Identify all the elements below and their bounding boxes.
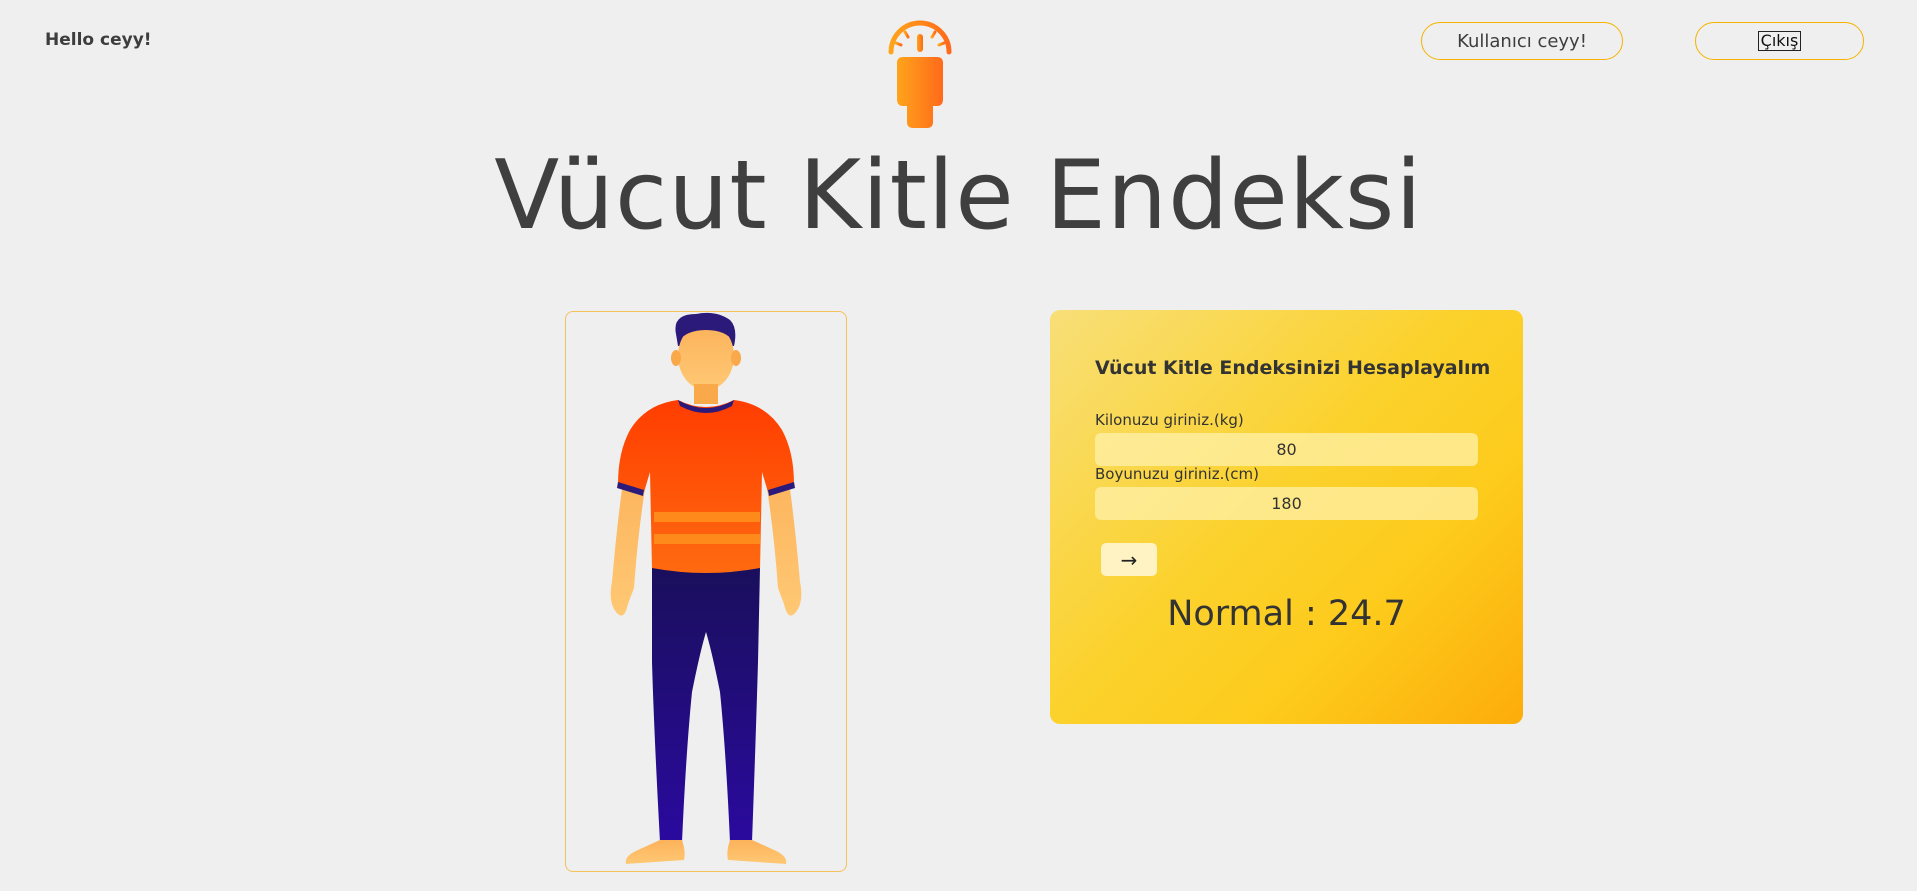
user-profile-button[interactable]: Kullanıcı ceyy!	[1421, 22, 1623, 60]
page-title: Vücut Kitle Endeksi	[494, 141, 1423, 251]
greeting-text: Hello ceyy!	[45, 30, 152, 50]
height-input[interactable]	[1095, 487, 1478, 520]
weight-label: Kilonuzu giriniz.(kg)	[1095, 411, 1244, 429]
bmi-result-text: Normal : 24.7	[1167, 594, 1406, 634]
logout-button[interactable]: Çıkış	[1695, 22, 1864, 60]
height-label: Boyunuzu giriniz.(cm)	[1095, 465, 1259, 483]
logout-button-label: Çıkış	[1757, 31, 1802, 51]
weight-input[interactable]	[1095, 433, 1478, 466]
standing-man-illustration	[610, 312, 802, 864]
calculate-arrow-button[interactable]: →	[1101, 543, 1157, 576]
bmi-calculator-card: Vücut Kitle Endeksinizi Hesaplayalım Kil…	[1050, 310, 1523, 724]
form-title: Vücut Kitle Endeksinizi Hesaplayalım	[1095, 357, 1491, 379]
body-illustration-frame	[565, 311, 847, 872]
bmi-logo-icon	[885, 14, 955, 130]
